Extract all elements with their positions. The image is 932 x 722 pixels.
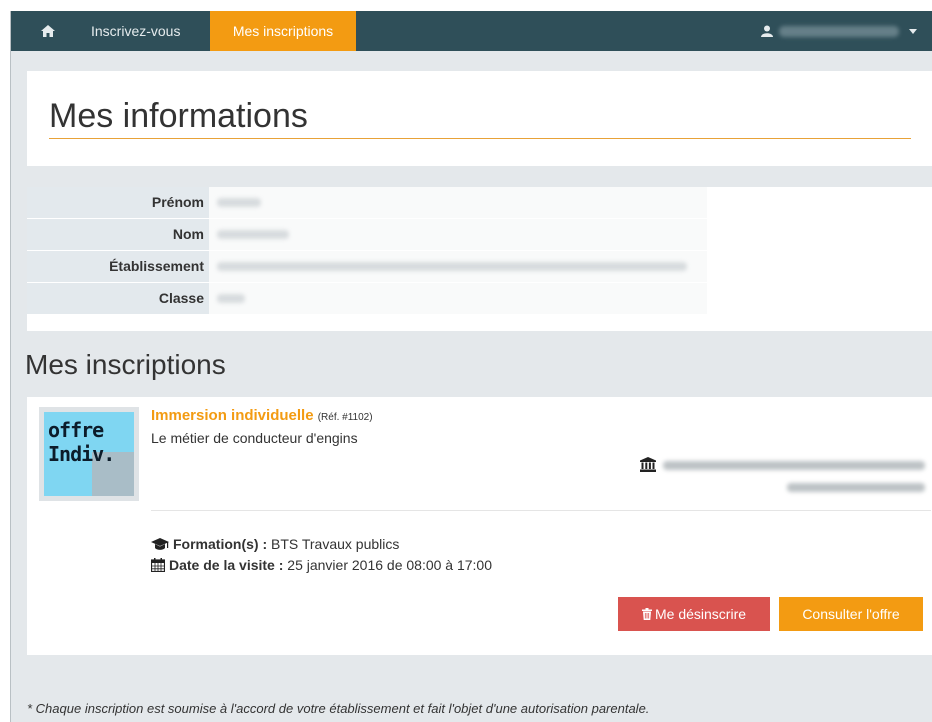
date-line: Date de la visite : 25 janvier 2016 de 0… [150, 557, 493, 573]
unsubscribe-label: Me désinscrire [654, 606, 747, 622]
chevron-down-icon [909, 29, 917, 34]
info-value-redacted [217, 230, 289, 239]
navbar: Inscrivez-vous Mes inscriptions [11, 11, 932, 51]
institution-name-redacted [663, 461, 925, 470]
user-menu[interactable] [759, 11, 932, 51]
info-row-nom: Nom [27, 219, 932, 251]
institution-city-redacted [787, 483, 925, 492]
title-divider [49, 138, 911, 139]
formation-value: BTS Travaux publics [271, 536, 400, 552]
info-label: Établissement [109, 258, 204, 274]
info-title-panel: Mes informations [27, 71, 932, 166]
view-offer-label: Consulter l'offre [802, 606, 900, 622]
offer-subtitle: Le métier de conducteur d'engins [151, 430, 358, 446]
offer-ref: (Réf. #1102) [317, 412, 373, 423]
info-row-prenom: Prénom [27, 187, 932, 219]
formation-label: Formation(s) : [173, 536, 268, 552]
home-icon [41, 25, 55, 37]
card-divider [151, 510, 931, 511]
thumbnail-text: offre [48, 418, 104, 442]
info-label: Classe [158, 290, 204, 306]
unsubscribe-button[interactable]: Me désinscrire [618, 597, 770, 631]
trash-icon [641, 608, 652, 620]
inscription-card: offre Indiv. Immersion individuelle (Réf… [27, 397, 932, 655]
date-label: Date de la visite : [169, 557, 284, 573]
graduation-cap-icon [151, 538, 169, 550]
offer-thumbnail[interactable]: offre Indiv. [39, 407, 139, 501]
info-label: Prénom [151, 194, 204, 210]
home-link[interactable] [31, 11, 67, 51]
page-frame: Inscrivez-vous Mes inscriptions Mes info… [10, 11, 932, 722]
info-value-redacted [217, 294, 245, 303]
formation-line: Formation(s) : BTS Travaux publics [151, 536, 399, 552]
thumbnail-text: Indiv. [48, 442, 115, 466]
view-offer-button[interactable]: Consulter l'offre [779, 597, 923, 631]
info-row-etablissement: Établissement [27, 251, 932, 283]
calendar-icon [150, 558, 166, 573]
user-name-redacted [779, 26, 899, 37]
info-label: Nom [172, 226, 204, 242]
info-table: Prénom Nom Établissement Classe [27, 187, 932, 331]
footnote: * Chaque inscription est soumise à l'acc… [27, 701, 650, 716]
user-icon [761, 25, 773, 37]
nav-inscrivez-vous[interactable]: Inscrivez-vous [91, 11, 180, 51]
offer-type[interactable]: Immersion individuelle [151, 407, 314, 424]
section-title: Mes inscriptions [25, 349, 226, 380]
info-row-classe: Classe [27, 283, 932, 315]
info-value-redacted [217, 198, 261, 207]
info-value-redacted [217, 262, 687, 271]
date-value: 25 janvier 2016 de 08:00 à 17:00 [287, 557, 493, 573]
institution-icon [640, 457, 656, 472]
offer-title[interactable]: Immersion individuelle (Réf. #1102) [151, 407, 373, 424]
page-title: Mes informations [49, 97, 308, 135]
nav-mes-inscriptions[interactable]: Mes inscriptions [210, 11, 356, 51]
